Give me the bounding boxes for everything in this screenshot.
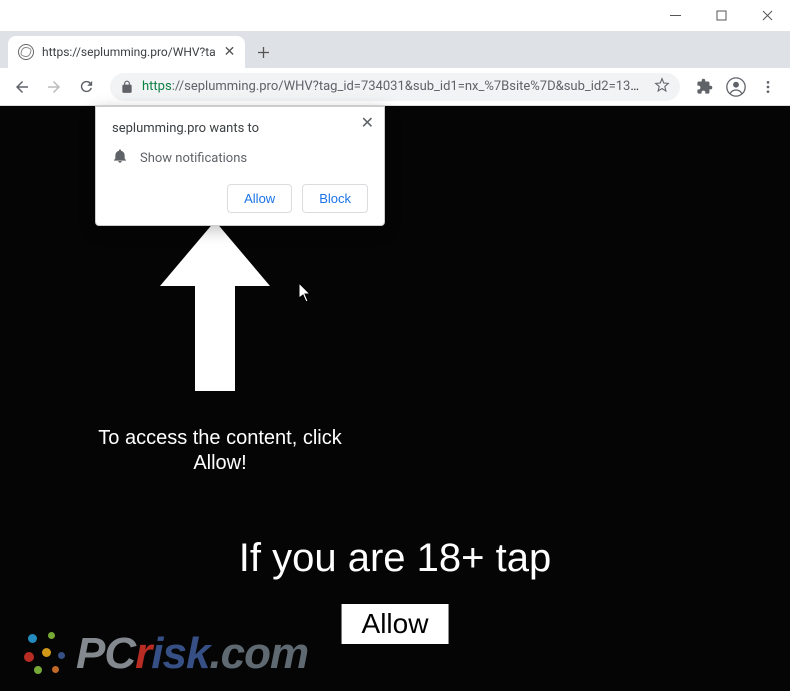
permission-label: Show notifications [140, 151, 247, 166]
dialog-title: seplumming.pro wants to [112, 121, 368, 136]
tab-close-button[interactable]: ✕ [224, 45, 236, 59]
tab-strip: https://seplumming.pro/WHV?ta ✕ [0, 32, 790, 68]
age-prompt-text: If you are 18+ tap [0, 536, 790, 581]
globe-icon [18, 44, 34, 60]
block-button[interactable]: Block [302, 184, 368, 213]
new-tab-button[interactable] [249, 38, 277, 66]
browser-toolbar: https://seplumming.pro/WHV?tag_id=734031… [0, 68, 790, 106]
allow-button[interactable]: Allow [227, 184, 292, 213]
url-path: ://seplumming.pro/WHV?tag_id=734031&sub_… [172, 79, 646, 94]
watermark-r: r [135, 629, 151, 678]
window-minimize-button[interactable] [652, 0, 698, 32]
lock-icon [120, 80, 134, 94]
notification-permission-dialog: ✕ seplumming.pro wants to Show notificat… [95, 106, 385, 226]
watermark-text: PCrisk.com [76, 629, 308, 679]
window-maximize-button[interactable] [698, 0, 744, 32]
profile-avatar-icon[interactable] [722, 73, 750, 101]
nav-reload-button[interactable] [72, 73, 100, 101]
nav-back-button[interactable] [8, 73, 36, 101]
window-titlebar [0, 0, 790, 32]
url-text: https://seplumming.pro/WHV?tag_id=734031… [142, 79, 646, 94]
tab-active[interactable]: https://seplumming.pro/WHV?ta ✕ [8, 36, 245, 68]
bell-icon [112, 148, 128, 168]
page-allow-button[interactable]: Allow [342, 604, 449, 644]
tab-title: https://seplumming.pro/WHV?ta [42, 45, 216, 59]
address-bar[interactable]: https://seplumming.pro/WHV?tag_id=734031… [110, 73, 680, 101]
dialog-actions: Allow Block [112, 184, 368, 213]
access-prompt-text: To access the content, click Allow! [80, 426, 360, 476]
dialog-close-button[interactable]: ✕ [361, 115, 374, 131]
extensions-icon[interactable] [690, 73, 718, 101]
arrow-up-icon [150, 216, 280, 396]
kebab-menu-icon[interactable] [754, 73, 782, 101]
watermark-logo-icon [22, 630, 70, 678]
watermark: PCrisk.com [22, 629, 308, 679]
mouse-cursor-icon [299, 283, 313, 303]
permission-row: Show notifications [112, 148, 368, 168]
window-close-button[interactable] [744, 0, 790, 32]
watermark-dom: .com [209, 629, 308, 678]
watermark-pc: PC [76, 629, 135, 678]
bookmark-star-icon[interactable] [654, 77, 670, 97]
url-scheme: https [142, 79, 172, 94]
nav-forward-button[interactable] [40, 73, 68, 101]
watermark-isk: isk [151, 629, 209, 678]
